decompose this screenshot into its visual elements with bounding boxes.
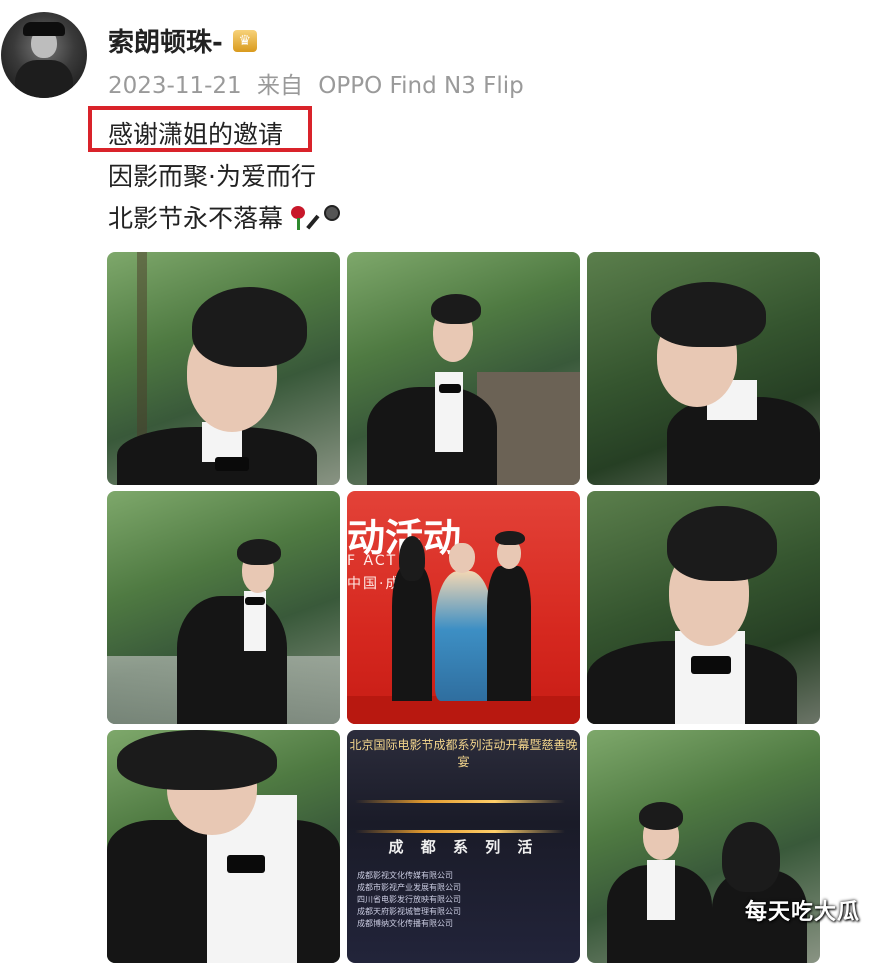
photo-7[interactable]: [107, 730, 340, 963]
source-device[interactable]: OPPO Find N3 Flip: [318, 73, 523, 99]
photo-1[interactable]: [107, 252, 340, 485]
username-text[interactable]: 索朗顿珠-: [108, 22, 223, 59]
poster-list: 成都影视文化传媒有限公司 成都市影视产业发展有限公司 四川省电影发行放映有限公司…: [357, 870, 567, 930]
poster-list-item: 成都市影视产业发展有限公司: [357, 883, 461, 892]
poster-list-item: 成都影视文化传媒有限公司: [357, 871, 453, 880]
post-text-line-3: 北影节永不落幕: [108, 199, 341, 235]
photo-3[interactable]: [587, 252, 820, 485]
source-prefix: 来自: [256, 73, 303, 99]
photo-grid: 动活动 F ACT 中国·成 北京国际电影节成都系列活动开幕暨慈善晚宴 成 都 …: [107, 252, 820, 963]
watermark-text: 每天吃大瓜: [744, 900, 860, 925]
poster-list-item: 成都博纳文化传播有限公司: [357, 919, 453, 928]
post-text-line-2: 因影而聚·为爱而行: [108, 162, 316, 191]
vip-crown-icon: ♛: [232, 29, 257, 52]
microphone-icon: [313, 204, 341, 230]
photo-9[interactable]: [587, 730, 820, 963]
poster-mid-text: 成 都 系 列 活: [388, 838, 539, 856]
poster-list-item: 成都天府影视城管理有限公司: [357, 907, 461, 916]
post-text-line-1: 感谢潇姐的邀请: [108, 120, 284, 149]
photo-5[interactable]: 动活动 F ACT 中国·成: [347, 491, 580, 724]
poster-list-item: 四川省电影发行放映有限公司: [357, 895, 461, 904]
photo-2[interactable]: [347, 252, 580, 485]
post-meta: 2023-11-21 来自 OPPO Find N3 Flip: [108, 66, 532, 100]
avatar[interactable]: [1, 12, 87, 98]
photo-6[interactable]: [587, 491, 820, 724]
post-text-line-3-label: 北影节永不落幕: [108, 204, 284, 233]
post-date: 2023-11-21: [108, 73, 242, 99]
username[interactable]: 索朗顿珠- ♛: [108, 22, 257, 59]
poster-sub: F ACT: [347, 553, 398, 569]
poster-header: 北京国际电影节成都系列活动开幕暨慈善晚宴: [349, 738, 578, 769]
photo-4[interactable]: [107, 491, 340, 724]
photo-8[interactable]: 北京国际电影节成都系列活动开幕暨慈善晚宴 成 都 系 列 活 成都影视文化传媒有…: [347, 730, 580, 963]
